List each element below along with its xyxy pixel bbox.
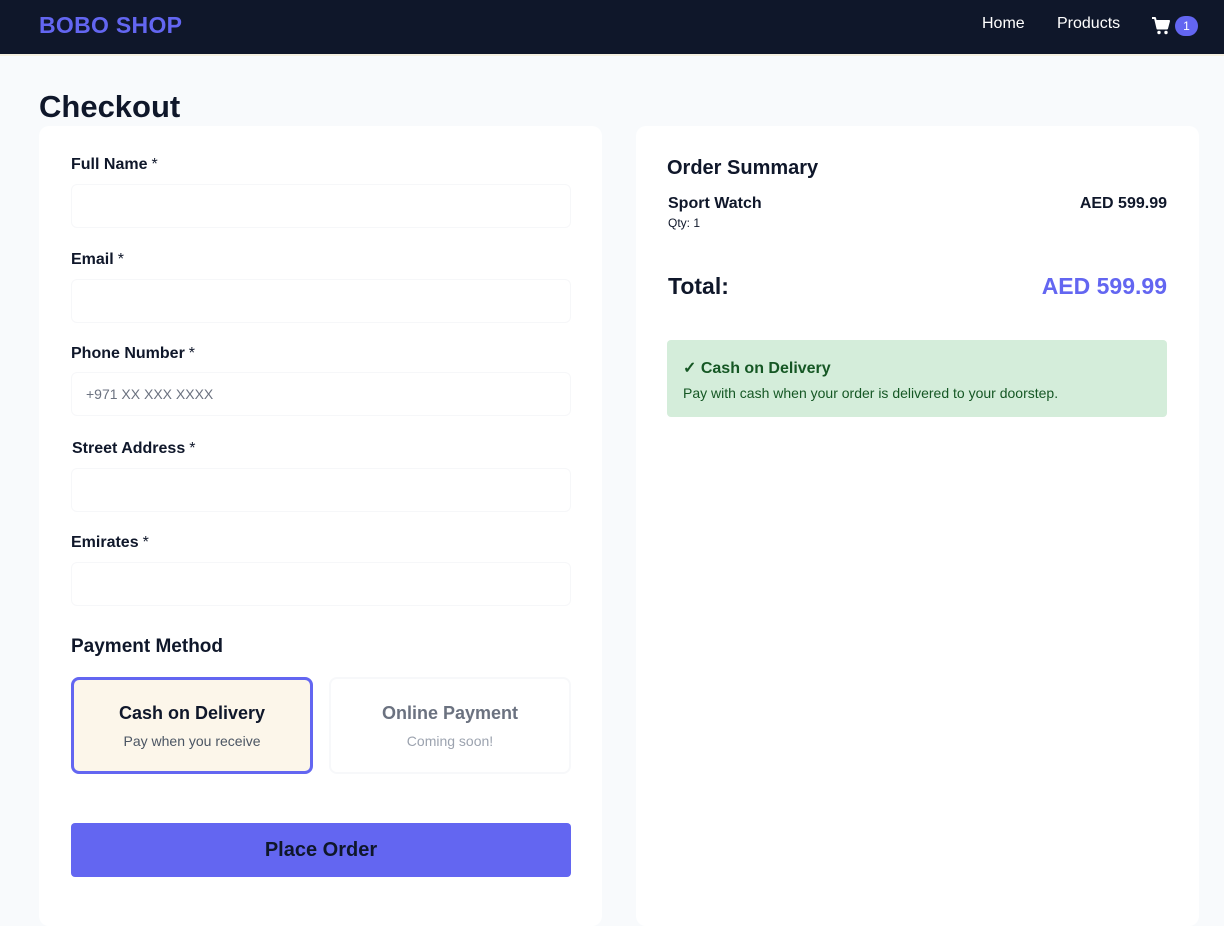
cart-count-badge: 1 [1175, 16, 1198, 36]
email-input[interactable] [71, 279, 571, 323]
cod-notice-title: ✓ Cash on Delivery [683, 360, 831, 377]
order-summary-title: Order Summary [667, 157, 819, 179]
payment-option-online-payment[interactable]: Online Payment Coming soon! [329, 677, 571, 774]
checkout-form-card: Full Name* Email* Phone Number* Street A… [39, 126, 602, 926]
email-label: Email * [71, 251, 124, 268]
phone-number-label: Phone Number * [71, 345, 196, 362]
payment-option-subtitle: Pay when you receive [123, 733, 261, 749]
payment-option-name: Cash on Delivery [118, 703, 266, 723]
payment-option-name: Online Payment [381, 703, 519, 723]
cart-button[interactable]: 1 [1151, 15, 1201, 37]
page-title: Checkout [39, 89, 181, 124]
brand-logo[interactable]: BOBO SHOP [39, 12, 182, 39]
total-value: AED 599.99 [1041, 273, 1167, 299]
emirates-input[interactable] [71, 562, 571, 606]
shopping-cart-icon [1152, 17, 1170, 35]
order-item-name: Sport Watch [668, 195, 762, 212]
full-name-label: Full Name * [71, 156, 158, 173]
nav-link-products[interactable]: Products [1057, 15, 1120, 33]
payment-method-title: Payment Method [71, 636, 224, 657]
full-name-input[interactable] [71, 184, 571, 228]
order-item-price: AED 599.99 [1079, 195, 1167, 212]
order-summary-card: Order Summary Sport Watch Qty: 1 AED 599… [636, 126, 1199, 926]
street-address-label: Street Address * [72, 440, 196, 457]
order-item-qty: Qty: 1 [668, 216, 701, 230]
place-order-button[interactable]: Place Order [71, 823, 571, 877]
street-address-input[interactable] [71, 468, 571, 512]
total-label: Total: [668, 273, 729, 299]
cash-on-delivery-notice: ✓ Cash on Delivery Pay with cash when yo… [667, 340, 1167, 417]
nav-link-home[interactable]: Home [982, 15, 1025, 33]
payment-option-subtitle: Coming soon! [406, 733, 494, 749]
top-navbar: BOBO SHOP Home Products 1 [0, 0, 1224, 56]
phone-number-input[interactable] [71, 372, 571, 416]
payment-option-cash-on-delivery[interactable]: Cash on Delivery Pay when you receive [71, 677, 313, 774]
cod-notice-text: Pay with cash when your order is deliver… [683, 385, 1059, 401]
emirates-label: Emirates * [71, 534, 149, 551]
